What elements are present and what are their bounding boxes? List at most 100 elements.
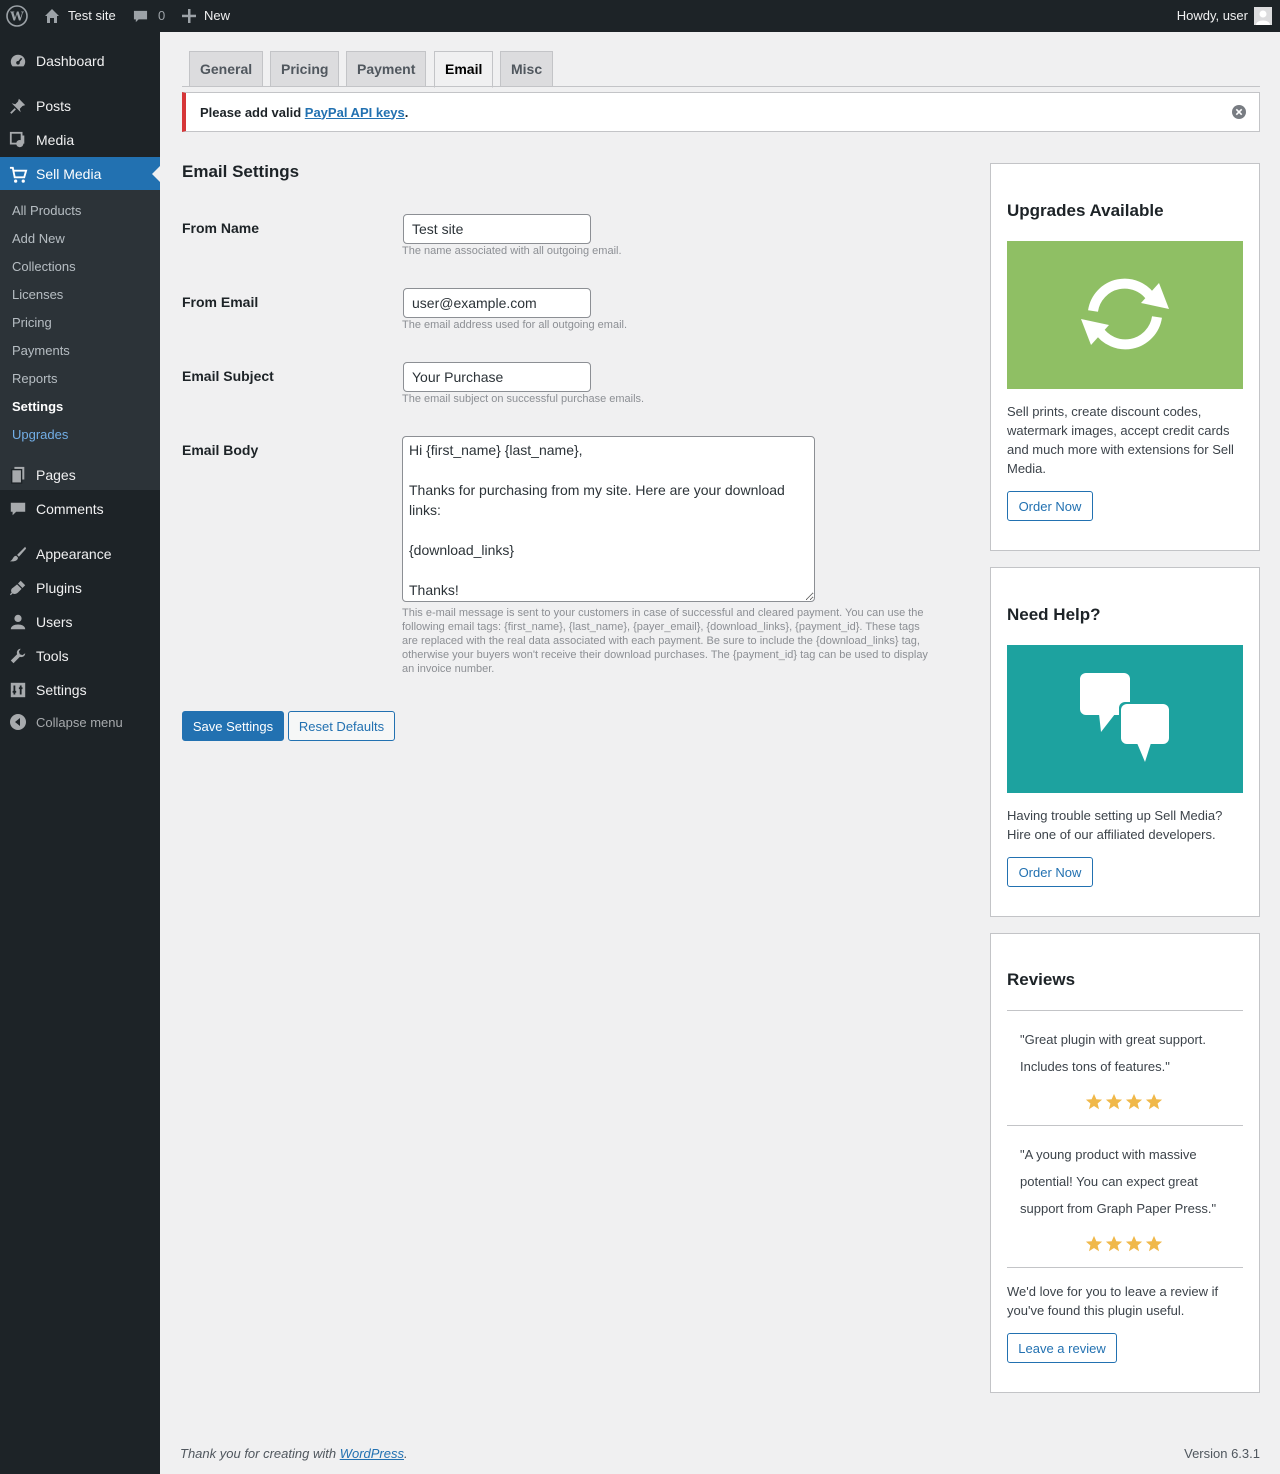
star-icon (1145, 1093, 1163, 1114)
site-name-link[interactable]: Test site (44, 0, 116, 32)
help-title: Need Help? (1007, 605, 1101, 624)
upgrades-box: Upgrades Available Sell prints, create d… (990, 163, 1260, 551)
brush-icon (0, 545, 36, 563)
tab-payment[interactable]: Payment (346, 51, 427, 87)
divider (1007, 1125, 1243, 1126)
upgrades-banner (1007, 241, 1243, 389)
reviews-text: We'd love for you to leave a review if y… (1007, 1284, 1219, 1318)
email-body-textarea[interactable]: Hi {first_name} {last_name}, Thanks for … (402, 436, 815, 602)
sidebar-item-label: Pages (36, 467, 76, 483)
sidebar-item-users[interactable]: Users (0, 605, 160, 639)
new-label: New (204, 8, 231, 23)
sidebar-item-label: Collapse menu (36, 714, 123, 730)
tab-misc[interactable]: Misc (500, 51, 554, 87)
collapse-icon (0, 714, 36, 730)
help-order-now-button[interactable]: Order Now (1007, 857, 1093, 887)
sidebar-item-settings[interactable]: Settings (0, 673, 160, 707)
admin-sidebar: Dashboard Posts Media Sell Media All Pro… (0, 32, 160, 1474)
sidebar-item-label: Posts (36, 98, 72, 114)
sidebar-item-media[interactable]: Media (0, 123, 160, 157)
dismiss-icon[interactable] (1232, 105, 1246, 119)
submenu-item-settings[interactable]: Settings (12, 397, 63, 417)
comments-link[interactable]: 0 (133, 0, 165, 32)
star-icon (1085, 1093, 1103, 1114)
help-banner (1007, 645, 1243, 793)
tab-divider (182, 86, 1260, 87)
submenu-item-add-new[interactable]: Add New (12, 229, 65, 249)
from-name-label: From Name (182, 220, 260, 236)
leave-review-button[interactable]: Leave a review (1007, 1333, 1117, 1363)
sidebar-item-label: Dashboard (36, 53, 105, 69)
email-subject-description: The email subject on successful purchase… (402, 393, 645, 405)
pages-icon (0, 466, 36, 484)
footer-thanks-suffix: . (404, 1446, 408, 1461)
from-name-description: The name associated with all outgoing em… (402, 245, 622, 257)
submenu-item-collections[interactable]: Collections (12, 257, 76, 277)
pin-icon (0, 97, 36, 115)
paypal-api-keys-link[interactable]: PayPal API keys (305, 105, 405, 120)
sell-media-submenu: All Products Add New Collections License… (0, 190, 160, 490)
sidebar-item-plugins[interactable]: Plugins (0, 571, 160, 605)
tab-pricing[interactable]: Pricing (270, 51, 340, 87)
home-icon (44, 8, 60, 24)
sidebar-item-label: Media (36, 132, 75, 148)
submenu-item-licenses[interactable]: Licenses (12, 285, 63, 305)
submenu-item-pricing[interactable]: Pricing (12, 313, 52, 333)
sidebar-item-label: Comments (36, 501, 104, 517)
notice-prefix: Please add valid (200, 104, 305, 120)
star-icon (1125, 1093, 1143, 1114)
submenu-item-upgrades[interactable]: Upgrades (12, 425, 68, 445)
tab-general[interactable]: General (189, 51, 264, 87)
email-subject-label: Email Subject (182, 368, 274, 384)
submenu-item-payments[interactable]: Payments (12, 341, 70, 361)
sidebar-item-label: Appearance (36, 546, 112, 562)
footer-version: Version 6.3.1 (1184, 1446, 1260, 1461)
section-title: Email Settings (182, 162, 300, 181)
upgrades-text: Sell prints, create discount codes, wate… (1007, 404, 1234, 476)
sidebar-item-label: Tools (36, 648, 69, 664)
admin-bar: W Test site 0 New Howdy, user (0, 0, 1280, 32)
sidebar-item-sell-media[interactable]: Sell Media (0, 157, 160, 191)
email-subject-input[interactable] (403, 362, 591, 392)
review-stars (1085, 1093, 1163, 1114)
upgrades-title: Upgrades Available (1007, 201, 1164, 220)
sidebar-item-pages[interactable]: Pages (0, 458, 160, 492)
comments-count: 0 (158, 8, 166, 23)
save-settings-button[interactable]: Save Settings (182, 711, 284, 741)
sidebar-item-dashboard[interactable]: Dashboard (0, 44, 160, 78)
review-stars (1085, 1235, 1163, 1256)
collapse-menu-button[interactable]: Collapse menu (0, 705, 160, 739)
submenu-item-all-products[interactable]: All Products (12, 201, 81, 221)
wordpress-link[interactable]: WordPress (340, 1446, 404, 1461)
reset-defaults-button[interactable]: Reset Defaults (288, 711, 395, 741)
star-icon (1145, 1235, 1163, 1256)
tab-email[interactable]: Email (434, 51, 494, 88)
sidebar-item-comments[interactable]: Comments (0, 492, 160, 526)
sidebar-item-tools[interactable]: Tools (0, 639, 160, 673)
notice-suffix: . (404, 104, 409, 120)
wordpress-logo-icon[interactable]: W (6, 0, 28, 32)
reviews-title: Reviews (1007, 970, 1076, 989)
footer-thanks: Thank you for creating with WordPress. (180, 1446, 408, 1461)
review-quote: "Great plugin with great support. Includ… (1020, 1032, 1206, 1074)
error-notice: Please add valid PayPal API keys. (182, 92, 1260, 132)
star-icon (1085, 1235, 1103, 1256)
site-name: Test site (68, 8, 116, 23)
from-name-input[interactable] (403, 214, 591, 244)
review-quote: "A young product with massive potential!… (1020, 1147, 1217, 1216)
submenu-item-reports[interactable]: Reports (12, 369, 58, 389)
sidebar-item-appearance[interactable]: Appearance (0, 537, 160, 571)
my-account-link[interactable]: Howdy, user (1177, 0, 1272, 32)
upgrades-order-now-button[interactable]: Order Now (1007, 491, 1093, 521)
wrench-icon (0, 647, 36, 665)
sidebar-item-label: Settings (36, 682, 87, 698)
new-content-link[interactable]: New (182, 0, 230, 32)
divider (1007, 1010, 1243, 1011)
divider (1007, 1267, 1243, 1268)
sidebar-item-posts[interactable]: Posts (0, 89, 160, 123)
plug-icon (0, 579, 36, 597)
star-icon (1105, 1235, 1123, 1256)
user-icon (0, 613, 36, 631)
from-email-input[interactable] (403, 288, 591, 318)
from-email-description: The email address used for all outgoing … (402, 319, 628, 331)
